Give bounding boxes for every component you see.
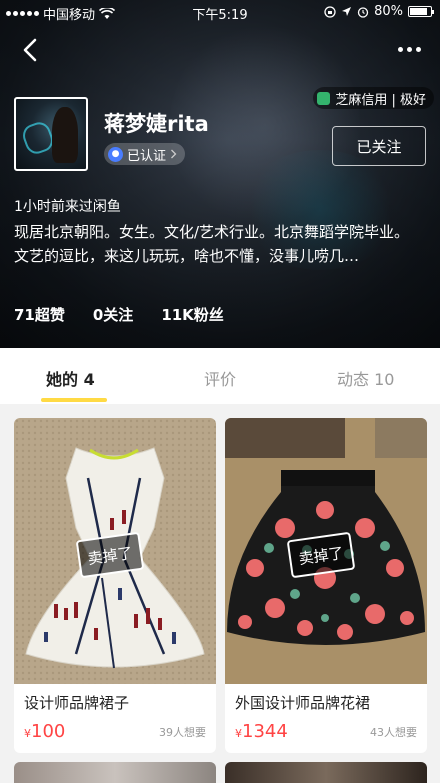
verified-badge[interactable]: ● 已认证 [104, 143, 186, 165]
sesame-credit-badge[interactable]: 芝麻信用 | 极好 [313, 87, 434, 109]
product-card[interactable]: 卖掉了 外国设计师品牌花裙 ¥1344 43人想要 [225, 418, 427, 753]
followers-count[interactable]: 11K粉丝 [161, 304, 224, 325]
tab-reviews[interactable]: 评价 [204, 366, 236, 390]
product-image: 卖掉了 [225, 418, 427, 684]
sesame-icon [317, 91, 331, 105]
product-image: 卖掉了 [14, 418, 216, 684]
product-card[interactable]: 卖掉了 设计师品牌裙子 ¥100 39人想要 [14, 418, 216, 753]
product-card-peek[interactable] [225, 762, 427, 783]
product-title: 外国设计师品牌花裙 [235, 694, 371, 712]
likes-count[interactable]: 71超赞 [14, 304, 65, 325]
sesame-credit-label: 芝麻信用 | 极好 [335, 92, 426, 108]
avatar[interactable] [14, 97, 88, 171]
back-icon[interactable] [18, 36, 44, 64]
product-title: 设计师品牌裙子 [24, 694, 130, 712]
username: 蒋梦婕rita [104, 112, 209, 136]
chevron-right-icon [171, 149, 177, 159]
rotation-lock-icon [324, 5, 336, 18]
location-icon [342, 7, 352, 16]
more-options-icon[interactable] [394, 40, 424, 58]
follow-button[interactable]: 已关注 [332, 126, 426, 166]
product-price: ¥100 [24, 721, 65, 742]
price-value: 100 [31, 721, 66, 742]
want-count: 39人想要 [159, 726, 206, 739]
alarm-icon [357, 6, 369, 18]
last-seen: 1小时前来过闲鱼 [14, 199, 121, 215]
price-value: 1344 [242, 721, 288, 742]
bio[interactable]: 现居北京朝阳。女生。文化/艺术行业。北京舞蹈学院毕业。文艺的逗比，来这儿玩玩，啥… [14, 220, 424, 268]
header-shade [0, 0, 440, 348]
price-symbol: ¥ [235, 727, 242, 740]
profile-stats: 71超赞 0关注 11K粉丝 [14, 304, 224, 325]
status-bar: 中国移动 下午5:19 80% [0, 0, 440, 24]
want-count: 43人想要 [370, 726, 417, 739]
status-right: 80% [324, 4, 434, 19]
active-tab-indicator [41, 398, 107, 402]
verified-user-icon: ● [108, 146, 123, 162]
following-count[interactable]: 0关注 [93, 304, 133, 325]
profile-header: 中国移动 下午5:19 80% 芝麻信用 | 极好 蒋梦婕rita ● 已认证 … [0, 0, 440, 348]
profile-tabs: 她的 4 评价 动态 10 [0, 348, 440, 404]
battery-icon [408, 6, 434, 17]
avatar-figure [52, 107, 78, 163]
price-symbol: ¥ [24, 727, 31, 740]
profile-page: 中国移动 下午5:19 80% 芝麻信用 | 极好 蒋梦婕rita ● 已认证 … [0, 0, 440, 783]
battery-percent: 80% [374, 4, 403, 19]
product-card-peek[interactable] [14, 762, 216, 783]
product-price: ¥1344 [235, 721, 288, 742]
verified-label: 已认证 [127, 148, 167, 164]
tab-activity[interactable]: 动态 10 [337, 366, 394, 390]
avatar-neon [19, 119, 57, 157]
tab-her-items[interactable]: 她的 4 [46, 366, 95, 390]
